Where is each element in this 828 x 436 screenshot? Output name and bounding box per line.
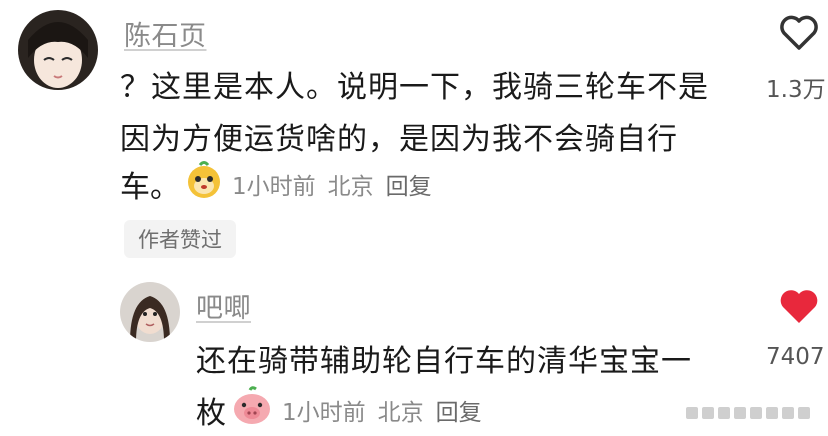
like-count: 7407 bbox=[766, 344, 825, 370]
comment-last-line: 车。 1小时前 北京 回复 bbox=[120, 160, 432, 208]
reply-button[interactable]: 回复 bbox=[436, 393, 482, 427]
pig-face-sticker-icon bbox=[230, 386, 274, 434]
heart-outline-icon[interactable] bbox=[778, 14, 820, 56]
comment-text-line: 因为方便运货啥的，是因为我不会骑自行 bbox=[120, 122, 678, 157]
comment-text-end: 车。 bbox=[120, 170, 180, 205]
comment-location: 北京 bbox=[377, 400, 424, 426]
comment-username[interactable]: 陈石页 bbox=[124, 14, 207, 53]
monkey-face-sticker-icon bbox=[184, 160, 224, 208]
author-liked-badge: 作者赞过 bbox=[124, 220, 236, 258]
comment-text-line: 还在骑带辅助轮自行车的清华宝宝一 bbox=[196, 344, 692, 379]
comment-text-line: ？这里是本人。说明一下，我骑三轮车不是 bbox=[120, 70, 709, 105]
comment-last-line: 枚 1小时前 北京 回复 bbox=[196, 386, 482, 434]
comment-text-end: 枚 bbox=[196, 396, 226, 431]
watermark-dots-icon bbox=[686, 407, 810, 419]
comment-location: 北京 bbox=[327, 174, 374, 200]
avatar[interactable] bbox=[120, 282, 180, 342]
comment-username[interactable]: 吧唧 bbox=[196, 286, 251, 325]
avatar[interactable] bbox=[18, 10, 98, 90]
comment-time: 1小时前 bbox=[282, 400, 366, 426]
heart-filled-icon[interactable] bbox=[778, 288, 820, 330]
comment-meta: 1小时前 北京 回复 bbox=[232, 167, 432, 201]
comment-meta: 1小时前 北京 回复 bbox=[282, 393, 482, 427]
reply-button[interactable]: 回复 bbox=[386, 167, 432, 201]
comment-time: 1小时前 bbox=[232, 174, 316, 200]
like-count: 1.3万 bbox=[766, 77, 826, 103]
